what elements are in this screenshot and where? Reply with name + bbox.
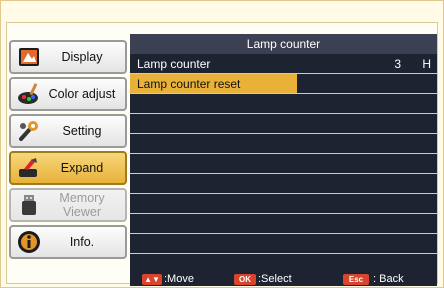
lamp-counter-panel: Lamp counter Lamp counter 3 H Lamp count… xyxy=(130,34,437,272)
wrench-icon xyxy=(15,117,43,145)
empty-row xyxy=(130,234,437,254)
sidebar-item-label: Display xyxy=(61,50,103,64)
empty-row xyxy=(130,154,437,174)
lamp-counter-reset-row[interactable]: Lamp counter reset xyxy=(130,74,437,94)
empty-row xyxy=(130,174,437,194)
sidebar-item-label: Expand xyxy=(60,161,104,175)
sidebar-item-display[interactable]: Display xyxy=(9,40,127,74)
lamp-hours-value: 3 xyxy=(394,57,401,71)
empty-row xyxy=(130,254,437,274)
sidebar-item-memory-viewer[interactable]: Memory Viewer xyxy=(9,188,127,222)
select-key: OK xyxy=(234,274,256,285)
empty-row xyxy=(130,114,437,134)
empty-row xyxy=(130,94,437,114)
sidebar-item-label: Info. xyxy=(69,235,95,249)
empty-row xyxy=(130,194,437,214)
empty-row xyxy=(130,134,437,154)
row-label: Lamp counter xyxy=(137,57,211,71)
lamp-hours-unit: H xyxy=(422,57,431,71)
row-label: Lamp counter reset xyxy=(130,74,297,93)
move-label: :Move xyxy=(164,273,194,285)
sidebar-item-label: Setting xyxy=(62,124,102,138)
panel-title: Lamp counter xyxy=(130,34,437,54)
sidebar-item-label: Memory Viewer xyxy=(59,191,105,219)
back-key: Esc xyxy=(343,274,369,285)
paint-palette-icon xyxy=(15,80,43,108)
key-guide: ▲▼ :Move OK :Select Esc : Back xyxy=(130,272,437,286)
info-icon xyxy=(15,228,43,256)
move-key: ▲▼ xyxy=(142,274,162,285)
usb-memory-icon xyxy=(15,191,43,219)
back-label: : Back xyxy=(373,273,404,285)
sidebar-item-color-adjust[interactable]: Color adjust xyxy=(9,77,127,111)
sidebar-item-expand[interactable]: Expand xyxy=(9,151,127,185)
empty-row xyxy=(130,214,437,234)
display-icon xyxy=(15,43,43,71)
lamp-counter-row: Lamp counter 3 H xyxy=(130,54,437,74)
sidebar-item-label: Color adjust xyxy=(48,87,116,101)
sidebar-item-info[interactable]: Info. xyxy=(9,225,127,259)
expand-tools-icon xyxy=(15,154,43,182)
select-label: :Select xyxy=(258,273,292,285)
sidebar-item-setting[interactable]: Setting xyxy=(9,114,127,148)
